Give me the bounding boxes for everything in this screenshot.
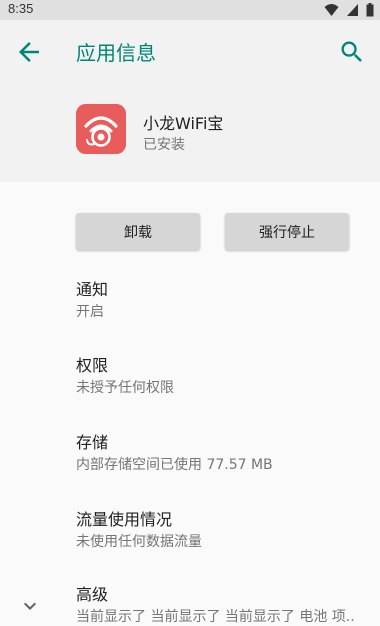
wifi-icon [324, 4, 339, 16]
page-title: 应用信息 [76, 41, 156, 65]
setting-permissions[interactable]: 权限 未授予任何权限 [76, 356, 376, 397]
app-header: 小龙WiFi宝 已安装 [0, 82, 380, 182]
setting-subtitle: 内部存储空间已使用 77.57 MB [76, 457, 273, 473]
uninstall-button[interactable]: 卸载 [76, 213, 200, 250]
search-icon [341, 41, 362, 62]
status-time: 8:35 [8, 1, 34, 16]
setting-title: 通知 [76, 280, 109, 299]
setting-storage[interactable]: 存储 内部存储空间已使用 77.57 MB [76, 433, 376, 474]
setting-subtitle: 未使用任何数据流量 [76, 534, 202, 550]
back-button[interactable] [14, 37, 44, 67]
app-icon [76, 104, 126, 154]
setting-data-usage[interactable]: 流量使用情况 未使用任何数据流量 [76, 510, 376, 551]
app-bar: 应用信息 [0, 20, 380, 82]
app-name: 小龙WiFi宝 [143, 114, 224, 133]
setting-notifications[interactable]: 通知 开启 [76, 280, 376, 321]
signal-icon [346, 4, 358, 16]
search-button[interactable] [338, 38, 366, 66]
setting-subtitle: 未授予任何权限 [76, 380, 174, 396]
force-stop-button[interactable]: 强行停止 [225, 213, 349, 250]
expand-button[interactable] [18, 594, 42, 618]
setting-advanced[interactable]: 高级 当前显示了 当前显示了 当前显示了 电池 项.. [76, 585, 376, 626]
arrow-back-icon [19, 42, 39, 62]
setting-title: 高级 [76, 585, 109, 604]
status-bar: 8:35 [0, 0, 380, 20]
chevron-down-icon [24, 602, 36, 610]
setting-title: 存储 [76, 433, 109, 452]
battery-icon [366, 3, 374, 17]
setting-title: 权限 [76, 356, 109, 375]
setting-subtitle: 开启 [76, 304, 104, 320]
setting-subtitle: 当前显示了 当前显示了 当前显示了 电池 项.. [76, 609, 355, 625]
status-icons [322, 3, 374, 17]
app-install-status: 已安装 [143, 137, 185, 153]
setting-title: 流量使用情况 [76, 510, 173, 529]
app-logo-icon [76, 104, 126, 154]
